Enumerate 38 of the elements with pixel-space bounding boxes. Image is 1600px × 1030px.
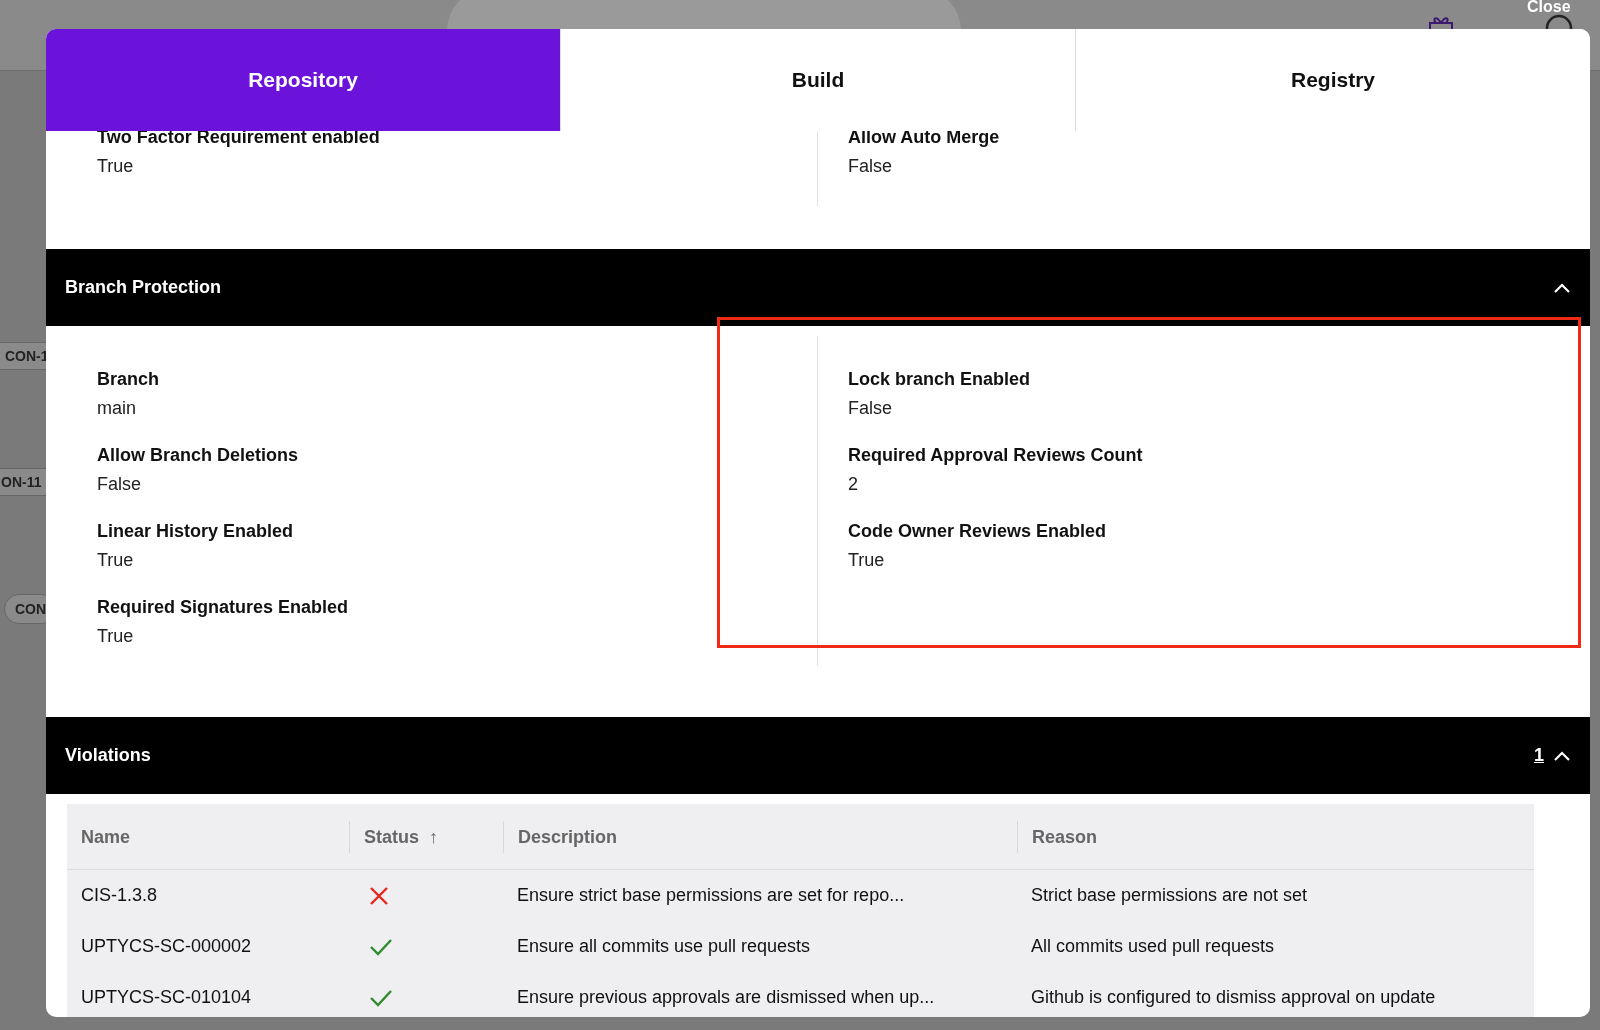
- field-label: Lock branch Enabled: [848, 369, 1032, 390]
- field-label: Allow Branch Deletions: [97, 445, 300, 466]
- field-label: Linear History Enabled: [97, 521, 295, 542]
- field-value: False: [848, 398, 893, 419]
- field-value: False: [848, 156, 893, 177]
- field-value: True: [97, 626, 135, 647]
- count-link[interactable]: 1: [1534, 745, 1544, 766]
- table-cell-text: CIS-1.3.8: [80, 885, 159, 906]
- chevron-icon[interactable]: [1554, 282, 1570, 293]
- tab[interactable]: Repository: [46, 29, 560, 131]
- column-header[interactable]: Status ↑: [349, 820, 503, 853]
- section-title: Branch Protection: [65, 277, 222, 298]
- table-cell-text: UPTYCS-SC-010104: [80, 987, 253, 1008]
- column-header[interactable]: Description: [503, 820, 1017, 853]
- field-value: True: [848, 550, 886, 571]
- field-value: True: [97, 550, 135, 571]
- field-value: False: [97, 474, 142, 495]
- table-cell-text: Ensure all commits use pull requests: [516, 936, 812, 957]
- table-cell-text: Ensure strict base permissions are set for repo...: [516, 885, 906, 906]
- field-value: True: [97, 156, 135, 177]
- table-cell-text: All commits used pull requests: [1030, 936, 1276, 957]
- tab[interactable]: Registry: [1075, 29, 1590, 131]
- field-value: main: [97, 398, 137, 419]
- chevron-icon[interactable]: [1554, 750, 1570, 761]
- table-cell-text: Strict base permissions are not set: [1030, 885, 1309, 906]
- section-header[interactable]: Violations 1: [46, 717, 1590, 794]
- table-cell-text: Ensure previous approvals are dismissed when up...: [516, 987, 936, 1008]
- field-label: Branch: [97, 369, 160, 390]
- field-value: 2: [848, 474, 859, 495]
- table-cell-text: Github is configured to dismiss approval on update: [1030, 987, 1437, 1008]
- field-label: Code Owner Reviews Enabled: [848, 521, 1108, 542]
- section-title: Violations: [65, 745, 151, 766]
- table-cell-text: UPTYCS-SC-000002: [80, 936, 253, 957]
- field-label: Required Approval Reviews Count: [848, 445, 1144, 466]
- column-header[interactable]: Reason: [1017, 820, 1534, 853]
- column-header[interactable]: Name: [67, 820, 349, 853]
- section-header[interactable]: Branch Protection: [46, 249, 1590, 326]
- field-label: Required Signatures Enabled: [97, 597, 350, 618]
